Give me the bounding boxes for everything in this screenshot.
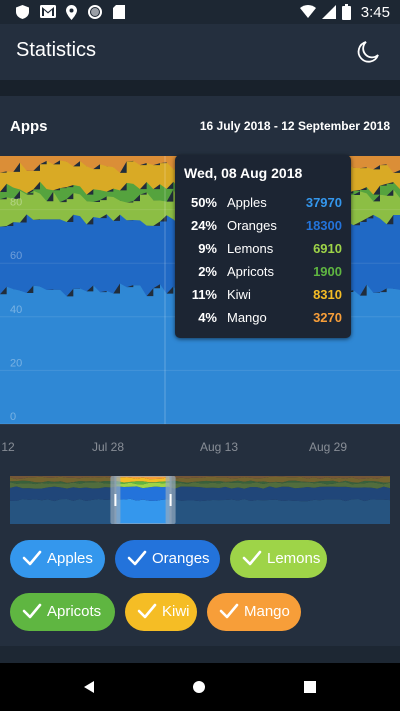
chip-label: Apples [47,550,93,567]
x-tick-label: Aug 13 [200,440,238,454]
tooltip-percent: 4% [198,310,217,325]
chip-label: Mango [244,603,290,620]
card-title: Apps [10,118,48,135]
chip-label: Oranges [152,550,210,567]
y-tick-label: 20 [10,357,22,369]
y-tick-label: 40 [10,304,22,316]
recents-icon[interactable] [303,680,317,694]
chip-label: Kiwi [162,603,190,620]
range-navigator[interactable] [10,476,390,524]
checkmark-icon [242,550,262,566]
chip-label: Lemons [267,550,321,567]
grip-icon [114,494,117,506]
tooltip-percent: 50% [190,195,217,210]
grip-icon [169,494,172,506]
sd-card-icon [113,5,125,19]
filter-chip-apricots[interactable]: Apricots [10,593,115,631]
tooltip-value: 3270 [313,310,342,325]
tooltip-series-name: Apricots [227,264,274,279]
wifi-icon [300,5,316,18]
status-bar: 3:45 [0,0,400,24]
battery-icon [342,4,351,20]
tooltip-value: 6910 [313,241,342,256]
checkmark-icon [219,603,239,619]
y-tick-label: 80 [10,197,22,209]
tooltip-series-name: Kiwi [227,287,251,302]
tooltip-row: 11% Kiwi 8310 [175,287,351,307]
tooltip-percent: 9% [198,241,217,256]
moon-icon[interactable] [356,40,380,64]
section-divider [0,80,400,96]
tooltip-row: 50% Apples 37970 [175,195,351,215]
checkmark-icon [22,550,42,566]
filter-chip-lemons[interactable]: Lemons [230,540,327,578]
filter-chip-apples[interactable]: Apples [10,540,105,578]
home-icon[interactable] [192,680,206,694]
tooltip-series-name: Mango [227,310,267,325]
x-tick-label: Jul 28 [92,440,124,454]
tooltip-series-name: Apples [227,195,267,210]
navigator-mask-right [169,476,390,524]
checkmark-icon [127,550,147,566]
circle-icon [88,5,102,19]
tooltip-percent: 11% [191,287,217,302]
chip-label: Apricots [47,603,102,620]
tooltip-value: 18300 [305,218,342,233]
location-icon [66,5,77,20]
tooltip-series-name: Lemons [227,241,274,256]
status-time: 3:45 [360,4,390,21]
filter-chip-kiwi[interactable]: Kiwi [125,593,197,631]
x-tick-label: 12 [1,440,15,454]
tooltip-series-name: Oranges [227,218,277,233]
y-tick-label: 0 [10,411,16,423]
tooltip-row: 24% Oranges 18300 [175,218,351,238]
chart-tooltip: Wed, 08 Aug 2018 50% Apples 37970 24% Orange… [175,155,351,338]
navigator-mask-left [10,476,117,524]
gmail-icon [40,5,56,18]
tooltip-percent: 24% [190,218,217,233]
y-tick-label: 60 [10,250,22,262]
x-tick-label: Aug 29 [309,440,347,454]
tooltip-value: 1900 [313,264,342,279]
shield-icon [16,5,29,19]
filter-chip-mango[interactable]: Mango [207,593,301,631]
system-nav-bar [0,663,400,711]
page-title: Statistics [16,39,97,61]
tooltip-row: 9% Lemons 6910 [175,241,351,261]
checkmark-icon [137,603,157,619]
tooltip-value: 8310 [313,287,342,302]
filter-chip-oranges[interactable]: Oranges [115,540,220,578]
tooltip-row: 2% Apricots 1900 [175,264,351,284]
back-icon[interactable] [82,680,96,694]
tooltip-percent: 2% [198,264,217,279]
tooltip-value: 37970 [305,195,342,210]
tooltip-row: 4% Mango 3270 [175,310,351,330]
checkmark-icon [22,603,42,619]
signal-icon [322,5,336,19]
app-bar: Statistics [0,24,400,80]
tooltip-date: Wed, 08 Aug 2018 [184,165,303,181]
date-range: 16 July 2018 - 12 September 2018 [199,119,390,133]
